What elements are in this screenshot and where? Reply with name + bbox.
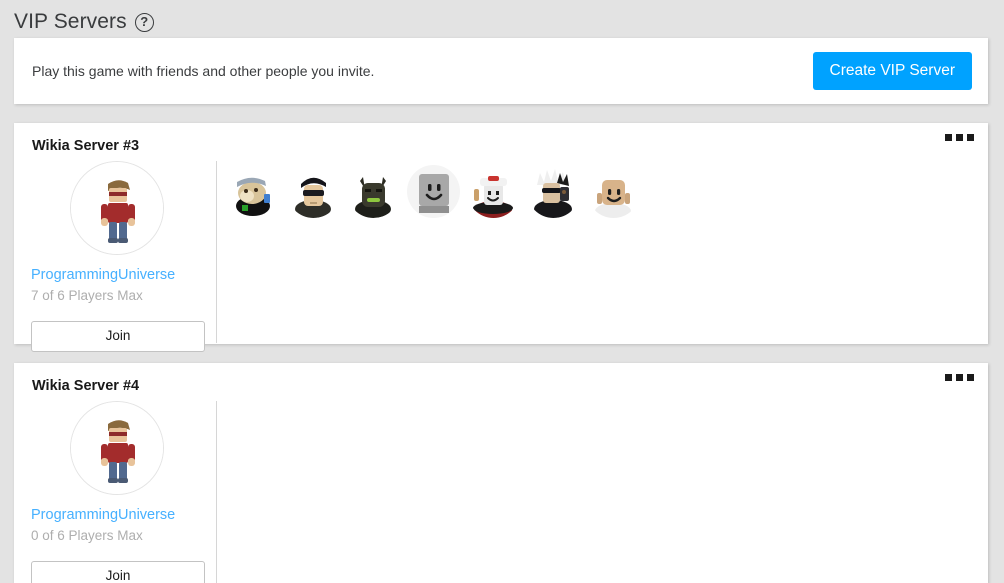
- server-owner-link[interactable]: ProgrammingUniverse: [31, 267, 202, 284]
- page-title: VIP Servers: [14, 10, 127, 33]
- server-name: Wikia Server #3: [32, 138, 140, 154]
- avatar-dog-head-with-helmet[interactable]: [227, 165, 280, 218]
- join-server-button[interactable]: Join: [31, 561, 205, 583]
- server-body: ProgrammingUniverse 0 of 6 Players Max J…: [14, 395, 988, 583]
- roblox-avatar-red-shirt[interactable]: [69, 161, 164, 255]
- three-dots-menu-icon[interactable]: [945, 134, 974, 141]
- server-name: Wikia Server #4: [32, 378, 140, 394]
- server-players-column: [217, 161, 988, 343]
- menu-dot: [945, 134, 952, 141]
- player-count: 0 of 6 Players Max: [31, 528, 143, 543]
- menu-dot: [967, 134, 974, 141]
- menu-dot: [967, 374, 974, 381]
- intro-description: Play this game with friends and other pe…: [32, 63, 375, 79]
- vip-server-card: Wikia Server #3 ProgrammingUniverse 7 of…: [14, 123, 988, 353]
- menu-dot: [956, 374, 963, 381]
- player-thumbnail-list: [227, 165, 988, 218]
- avatar-white-cap-smiley[interactable]: [467, 165, 520, 218]
- create-vip-server-button[interactable]: Create VIP Server: [812, 51, 972, 91]
- roblox-avatar-red-shirt[interactable]: [69, 401, 164, 495]
- menu-dot: [956, 134, 963, 141]
- server-owner-column: ProgrammingUniverse 7 of 6 Players Max J…: [14, 161, 217, 353]
- vip-server-intro-card: Play this game with friends and other pe…: [14, 38, 988, 104]
- avatar-black-hair-sunglasses[interactable]: [287, 165, 340, 218]
- avatar-default-gray-blocky-smiley[interactable]: [407, 165, 460, 218]
- menu-dot: [945, 374, 952, 381]
- page-header: VIP Servers ?: [0, 0, 1004, 38]
- join-server-button[interactable]: Join: [31, 321, 205, 353]
- server-owner-link[interactable]: ProgrammingUniverse: [31, 507, 202, 524]
- avatar-dark-horned-mask[interactable]: [347, 165, 400, 218]
- avatar-tan-smiley-head[interactable]: [587, 165, 640, 218]
- question-mark-circle-icon[interactable]: ?: [134, 12, 154, 32]
- server-players-column: [217, 401, 988, 583]
- player-count: 7 of 6 Players Max: [31, 288, 143, 303]
- three-dots-menu-icon[interactable]: [945, 374, 974, 381]
- server-owner-column: ProgrammingUniverse 0 of 6 Players Max J…: [14, 401, 217, 583]
- avatar-white-spiked-hair-shades[interactable]: [527, 165, 580, 218]
- server-body: ProgrammingUniverse 7 of 6 Players Max J…: [14, 155, 988, 353]
- vip-server-card: Wikia Server #4 ProgrammingUniverse 0 of…: [14, 363, 988, 583]
